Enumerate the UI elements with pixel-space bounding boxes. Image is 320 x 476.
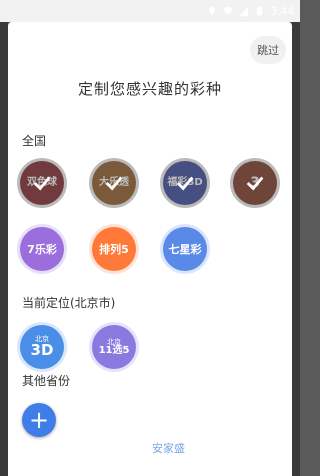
checkmark-icon: [160, 158, 210, 208]
skip-button[interactable]: 跳过: [250, 36, 286, 64]
lottery-qixingcai[interactable]: 七星彩: [160, 224, 210, 274]
section-label-national: 全国: [22, 134, 47, 148]
dim-overlay-left: [0, 22, 8, 476]
lottery-name: 7乐彩: [27, 242, 57, 256]
battery-icon: [254, 5, 266, 17]
lottery-badge: 北京 11选5: [92, 325, 136, 369]
section-label-other: 其他省份: [22, 374, 71, 388]
lottery-beijing-11x5[interactable]: 北京 11选5: [89, 322, 139, 372]
dim-overlay-right: [292, 22, 300, 476]
page-title: 定制您感兴趣的彩种: [77, 80, 222, 98]
lottery-badge: 排列5: [92, 227, 136, 271]
watermark: 安家盛: [152, 442, 185, 455]
plus-icon: +: [28, 406, 50, 434]
lottery-name: 11选5: [98, 344, 130, 356]
lottery-name: 七星彩: [168, 242, 202, 256]
lottery-shuangseqiu[interactable]: 双色球: [17, 158, 67, 208]
lottery-qilecai[interactable]: 7乐彩: [17, 224, 67, 274]
status-bar: 3:44: [0, 0, 300, 22]
lottery-beijing-3d[interactable]: 北京 3D: [17, 322, 67, 372]
signal-icon: [238, 5, 250, 17]
checkmark-icon: [230, 158, 280, 208]
status-time: 3:44: [270, 4, 294, 18]
lottery-name: 3D: [30, 341, 54, 359]
lottery-badge: 七星彩: [163, 227, 207, 271]
lottery-daletou[interactable]: 大乐透: [89, 158, 139, 208]
lottery-pailie-3[interactable]: 3: [230, 158, 280, 208]
section-label-local: 当前定位(北京市): [22, 296, 116, 310]
checkmark-icon: [17, 158, 67, 208]
checkmark-icon: [89, 158, 139, 208]
wifi-icon: [222, 5, 234, 17]
lottery-name: 排列5: [99, 242, 129, 256]
lottery-badge: 7乐彩: [20, 227, 64, 271]
lottery-fucai-3d[interactable]: 福彩3D: [160, 158, 210, 208]
lottery-pailie-5[interactable]: 排列5: [89, 224, 139, 274]
lottery-picker-sheet: 跳过 定制您感兴趣的彩种 全国 双色球 大乐透 福彩3D 3 7乐彩 排列5 七…: [8, 22, 292, 476]
lottery-badge: 北京 3D: [20, 325, 64, 369]
location-icon: [206, 5, 218, 17]
add-province-button[interactable]: +: [22, 403, 56, 437]
